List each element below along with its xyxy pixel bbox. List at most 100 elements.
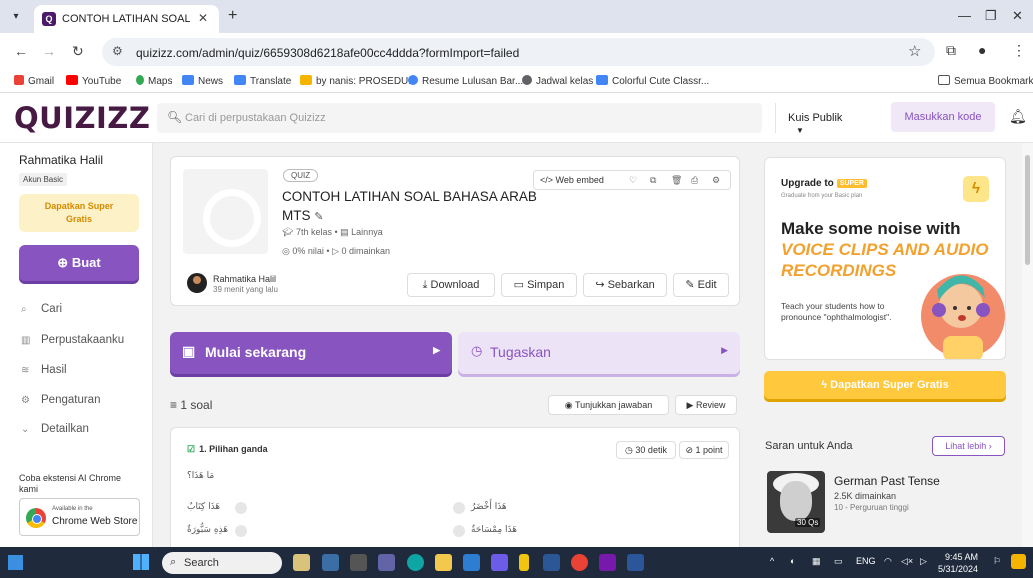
dapatkan-super-gratis-button[interactable]: ϟ Dapatkan Super Gratis [764, 371, 1006, 399]
sidebar-item-hasil[interactable]: ≋ Hasil [21, 364, 67, 376]
buat-button[interactable]: ⊕ Buat [19, 245, 139, 281]
suggestion-thumbnail[interactable]: 30 Qs [767, 471, 825, 533]
forward-icon[interactable]: → [42, 43, 56, 59]
masukkan-kode-button[interactable]: Masukkan kode [891, 102, 995, 132]
student-headphones-illustration [921, 274, 1005, 359]
mail-icon[interactable] [463, 554, 480, 571]
profile-icon[interactable]: ● [978, 42, 986, 58]
chevron-down-icon: ⌄ [21, 424, 30, 435]
notification-icon[interactable]: ⚐ [993, 556, 1001, 567]
calculator-icon[interactable] [543, 554, 560, 571]
suggestion-title[interactable]: German Past Tense [834, 474, 940, 488]
onenote-icon[interactable] [599, 554, 616, 571]
bookmark-translate[interactable]: Translate [234, 75, 291, 87]
extensions-icon[interactable]: ⧉ [946, 42, 956, 59]
volume-icon[interactable]: ◁× [901, 556, 913, 567]
bookmark-resume[interactable]: Resume Lulusan Bar... [408, 75, 523, 87]
chevron-down-icon: ▼ [796, 126, 804, 135]
start-icon[interactable] [133, 554, 149, 570]
question-point-button[interactable]: ⊘ 1 point [679, 441, 729, 459]
tugaskan-button[interactable]: ◷ Tugaskan ▶ [458, 332, 740, 374]
sidebar-item-perpustakaanku[interactable]: ▥ Perpustakaanku [21, 334, 124, 346]
trash-icon[interactable]: 🗑︎ [671, 175, 682, 186]
browser-tab[interactable]: Q CONTOH LATIHAN SOAL BAHA ✕ [34, 5, 219, 33]
bolt-icon: ϟ [963, 176, 989, 202]
wifi-icon[interactable]: ◠ [884, 556, 892, 567]
download-button[interactable]: ⤓ Download [407, 273, 495, 297]
page-scrollbar[interactable] [1022, 143, 1033, 547]
heart-icon[interactable]: ♡ [629, 175, 637, 186]
show-answers-button[interactable]: ◉ Tunjukkan jawaban [548, 395, 669, 415]
taskbar-app-icon[interactable] [322, 554, 339, 571]
edit-button[interactable]: ✎ Edit [673, 273, 729, 297]
tray-display-icon[interactable]: ▭ [834, 556, 843, 567]
window-close-icon[interactable]: ✕ [1012, 8, 1023, 24]
menu-icon[interactable]: ⋮ [1012, 42, 1026, 59]
simpan-button[interactable]: ▭ Simpan [501, 273, 577, 297]
teams-icon[interactable] [378, 554, 395, 571]
sebarkan-button[interactable]: ↪ Sebarkan [583, 273, 667, 297]
bookmark-prosedur[interactable]: by nanis: PROSEDU... [300, 75, 417, 87]
search-input[interactable]: 🔍︎ Cari di perpustakaan Quizizz [157, 103, 762, 133]
sidebar-item-pengaturan[interactable]: ⚙ Pengaturan [21, 394, 100, 406]
taskbar-search[interactable]: ⌕ Search [162, 552, 282, 574]
web-embed-button[interactable]: </> Web embed [540, 175, 604, 185]
copy-icon[interactable]: ⧉ [650, 175, 656, 186]
sidebar-item-detailkan[interactable]: ⌄ Detailkan [21, 423, 89, 435]
bookmark-jadwal[interactable]: Jadwal kelas [522, 75, 593, 87]
upgrade-promo-card[interactable]: Upgrade to SUPER Graduate from your Basic… [764, 157, 1006, 360]
review-button[interactable]: ▶ Review [675, 395, 737, 415]
kuis-publik-dropdown[interactable]: Kuis Publik ▼ [775, 103, 871, 135]
user-name[interactable]: Rahmatika Halil [19, 153, 103, 167]
bookmark-colorful[interactable]: Colorful Cute Classr... [596, 75, 709, 87]
pencil-icon[interactable]: ✎ [314, 211, 323, 223]
clock[interactable]: 9:45 AM 5/31/2024 [938, 551, 978, 575]
bookmark-star-icon[interactable]: ☆ [908, 42, 921, 60]
chrome-icon[interactable] [571, 554, 588, 571]
task-view-icon[interactable] [350, 554, 367, 571]
taskbar-app-icon[interactable] [293, 554, 310, 571]
minimize-icon[interactable]: — [958, 8, 971, 23]
tray-app-icon[interactable]: ◐ [790, 556, 795, 566]
thumbnail-face [780, 481, 812, 521]
quizizz-logo[interactable]: QUIZIZZ [14, 101, 150, 135]
gear-icon[interactable]: ⚙ [712, 175, 720, 186]
restore-icon[interactable]: ❐ [985, 8, 997, 24]
file-explorer-icon[interactable] [435, 554, 452, 571]
scroll-thumb[interactable] [1025, 155, 1030, 265]
site-settings-icon[interactable]: ⚙ [112, 44, 123, 58]
battery-icon[interactable]: ▷ [920, 556, 927, 567]
new-tab-icon[interactable]: + [228, 7, 237, 25]
bookmark-youtube[interactable]: YouTube [66, 75, 121, 87]
tray-up-icon[interactable]: ^ [770, 556, 774, 566]
option-2: هَذَا أَخْضَرُ [471, 502, 507, 512]
news-icon [182, 75, 194, 85]
all-bookmarks[interactable]: Semua Bookmark [938, 75, 1033, 87]
see-more-button[interactable]: Lihat lebih › [932, 436, 1005, 456]
widgets-icon[interactable] [8, 555, 23, 570]
store-icon[interactable] [491, 554, 508, 571]
language-indicator[interactable]: ENG [856, 556, 876, 566]
tray-keyboard-icon[interactable]: ▦ [812, 556, 821, 567]
word-icon[interactable] [627, 554, 644, 571]
play-icon: ▶ [686, 400, 694, 410]
weather-icon[interactable] [1011, 554, 1026, 569]
url-field[interactable]: ⚙ quizizz.com/admin/quiz/6659308d6218afe… [102, 38, 935, 66]
sidebar-item-cari[interactable]: ⌕ Cari [21, 303, 62, 315]
bookmark-maps[interactable]: Maps [136, 75, 172, 87]
chrome-web-store-button[interactable]: Available in the Chrome Web Store [19, 498, 140, 536]
dapatkan-super-button[interactable]: Dapatkan Super Gratis [19, 194, 139, 232]
reload-icon[interactable]: ↻ [72, 43, 84, 60]
mulai-sekarang-button[interactable]: ▣ Mulai sekarang ▶ [170, 332, 452, 374]
bolt-app-icon[interactable] [519, 554, 529, 571]
author-name[interactable]: Rahmatika Halil [213, 274, 276, 284]
back-icon[interactable]: ← [14, 43, 28, 59]
print-icon[interactable]: ⎙ [691, 175, 698, 186]
question-time-button[interactable]: ◷ 30 detik [616, 441, 676, 459]
bookmark-gmail[interactable]: Gmail [14, 75, 54, 87]
close-icon[interactable]: ✕ [198, 11, 208, 25]
bookmark-news[interactable]: News [182, 75, 223, 87]
tab-list-icon[interactable]: ▾ [8, 9, 24, 25]
edge-icon[interactable] [407, 554, 424, 571]
bell-icon[interactable]: 🔔︎ [1009, 108, 1027, 125]
